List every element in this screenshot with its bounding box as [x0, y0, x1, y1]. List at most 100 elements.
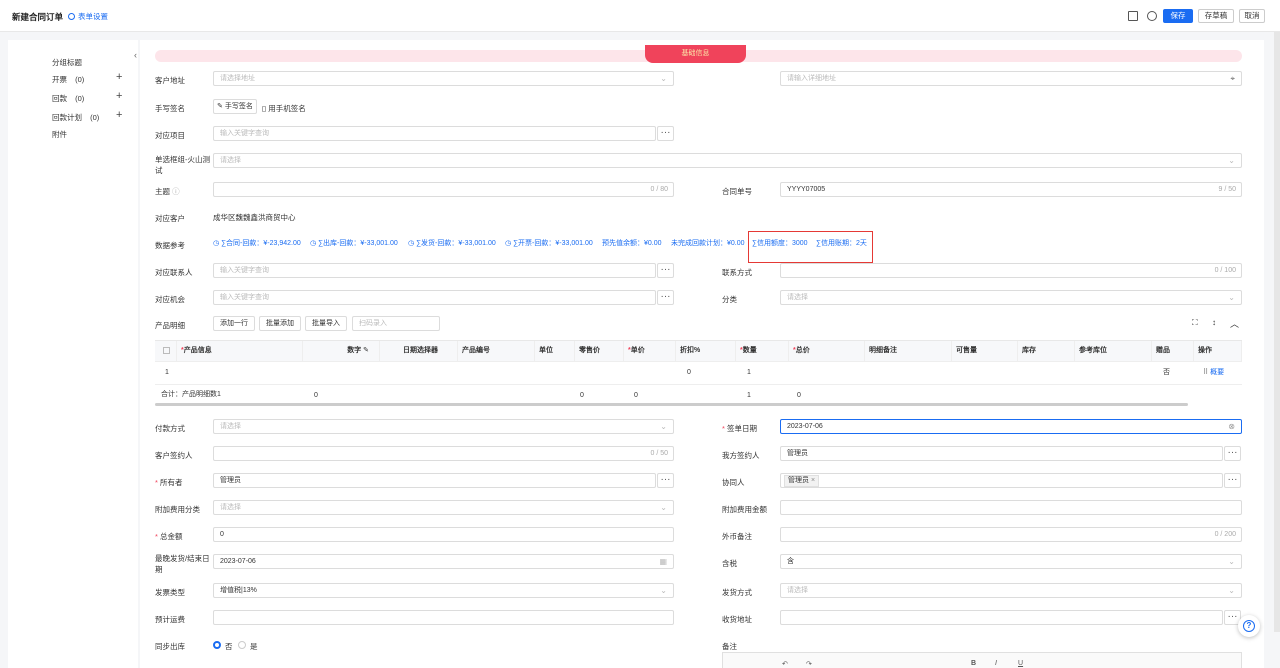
est-freight-input[interactable]: [213, 610, 674, 625]
owner-more-button[interactable]: ···: [657, 473, 674, 488]
collaborator-more-button[interactable]: ···: [1224, 473, 1241, 488]
owner-label: 所有者: [155, 477, 183, 488]
table-cell-discount[interactable]: 0: [683, 362, 691, 384]
ref-invoice-payment[interactable]: ◷ ∑开票-回款：¥-33,001.00: [505, 238, 593, 248]
clear-circle-icon[interactable]: ⊗: [1228, 420, 1235, 433]
our-signer-input[interactable]: 管理员: [780, 446, 1223, 461]
sidebar-item-invoice[interactable]: 开票 (0): [52, 74, 84, 85]
sidebar-item-payment[interactable]: 回款 (0): [52, 93, 84, 104]
opportunity-more-button[interactable]: ···: [657, 290, 674, 305]
customer-address-select[interactable]: 请选择地址 ⌄: [213, 71, 674, 86]
collaborator-tag[interactable]: 管理员 ×: [784, 475, 820, 487]
help-button[interactable]: ?: [1238, 615, 1260, 637]
chevron-down-icon: ⌄: [1228, 557, 1235, 566]
save-draft-button[interactable]: 存草稿: [1198, 9, 1234, 23]
add-payment-plan-plus-icon[interactable]: +: [116, 110, 122, 121]
sync-out-no-label: 否: [225, 642, 233, 651]
drag-handle-icon[interactable]: ⠿: [1203, 369, 1208, 376]
owner-input[interactable]: 管理员: [213, 473, 656, 488]
page-scrollbar[interactable]: [1274, 32, 1280, 632]
table-cell-action[interactable]: ⠿ 概要: [1199, 362, 1224, 384]
collapse-icon[interactable]: ‹: [134, 50, 137, 60]
fullscreen-icon[interactable]: ⛶: [1192, 318, 1198, 328]
our-signer-label: 我方签约人: [722, 451, 760, 460]
bold-icon[interactable]: B: [971, 660, 976, 667]
undo-icon[interactable]: ↶: [782, 660, 788, 668]
ref-prepaid-balance[interactable]: 预先值余额：¥0.00: [602, 238, 662, 248]
single-select-dropdown[interactable]: 请选择 ⌄: [213, 153, 1242, 168]
sync-out-radio-no[interactable]: [213, 641, 221, 649]
sync-out-radio-yes[interactable]: [238, 641, 246, 649]
scan-input[interactable]: 扫码录入: [352, 316, 440, 331]
table-header: 数字 ✎: [303, 341, 380, 361]
product-detail-label: 产品明细: [155, 321, 185, 330]
add-invoice-plus-icon[interactable]: +: [116, 72, 122, 83]
project-more-button[interactable]: ···: [657, 126, 674, 141]
expand-icon[interactable]: ↕: [1212, 318, 1216, 327]
receive-address-input[interactable]: [780, 610, 1223, 625]
contract-no-input[interactable]: YYYY07005 9 / 50: [780, 182, 1242, 197]
fx-note-input[interactable]: 0 / 200: [780, 527, 1242, 542]
contact-method-input[interactable]: 0 / 100: [780, 263, 1242, 278]
table-cell-gift[interactable]: 否: [1159, 362, 1170, 384]
chevron-up-icon[interactable]: ︿: [1230, 317, 1239, 330]
table-header-checkbox[interactable]: [155, 341, 177, 361]
contact-search-input[interactable]: 输入关键字查询: [213, 263, 656, 278]
batch-add-button[interactable]: 批量添加: [259, 316, 301, 331]
add-row-button[interactable]: 添加一行: [213, 316, 255, 331]
italic-icon[interactable]: I: [995, 660, 997, 667]
sidebar-item-attachment[interactable]: 附件: [52, 129, 67, 140]
save-button[interactable]: 保存: [1163, 9, 1193, 23]
opportunity-search-input[interactable]: 输入关键字查询: [213, 290, 656, 305]
remark-editor[interactable]: [722, 652, 1242, 668]
page-title: 新建合同订单: [12, 12, 64, 22]
form-settings-link[interactable]: 表单设置: [68, 11, 108, 22]
payment-method-select[interactable]: 请选择 ⌄: [213, 419, 674, 434]
chevron-down-icon: ⌄: [1228, 586, 1235, 595]
contact-method-label: 联系方式: [722, 268, 752, 277]
total-amount-input[interactable]: 0: [213, 527, 674, 542]
our-signer-more-button[interactable]: ···: [1224, 446, 1241, 461]
redo-icon[interactable]: ↷: [806, 660, 812, 668]
table-cell-qty[interactable]: 1: [743, 362, 751, 384]
table-header: 可售量: [952, 341, 1018, 361]
category-select[interactable]: 请选择 ⌄: [780, 290, 1242, 305]
contact-more-button[interactable]: ···: [657, 263, 674, 278]
sign-date-label: 签单日期: [722, 423, 757, 434]
extra-fee-cat-select[interactable]: 请选择 ⌄: [213, 500, 674, 515]
address-detail-input[interactable]: 请输入详细地址 ⌖: [780, 71, 1242, 86]
hand-signature-button[interactable]: ✎ 手写签名: [213, 99, 257, 114]
extra-fee-amount-input[interactable]: [780, 500, 1242, 515]
cancel-button[interactable]: 取消: [1239, 9, 1265, 23]
sidebar-item-group[interactable]: 分组标题: [52, 57, 82, 68]
table-horizontal-scrollbar[interactable]: [155, 403, 1188, 406]
play-circle-icon[interactable]: [1147, 11, 1157, 21]
ref-outbound-payment[interactable]: ◷ ∑出库-回款：¥-33,001.00: [310, 238, 398, 248]
close-icon[interactable]: ×: [811, 477, 815, 484]
subject-input[interactable]: 0 / 80: [213, 182, 674, 197]
sign-date-input[interactable]: 2023-07-06 ⊗: [780, 419, 1242, 434]
clock-icon: ◷: [408, 240, 415, 247]
table-header: 单位: [535, 341, 575, 361]
project-label: 对应项目: [155, 131, 185, 140]
last-delivery-input[interactable]: 2023-07-06 ▦: [213, 554, 674, 569]
category-label: 分类: [722, 295, 737, 304]
delivery-method-select[interactable]: 请选择 ⌄: [780, 583, 1242, 598]
add-payment-plus-icon[interactable]: +: [116, 91, 122, 102]
underline-icon[interactable]: U: [1018, 660, 1023, 667]
batch-import-button[interactable]: 批量导入: [305, 316, 347, 331]
monitor-icon[interactable]: [1128, 11, 1138, 21]
customer-value[interactable]: 成华区魏魏鑫洪商贸中心: [213, 212, 296, 223]
chevron-down-icon: ⌄: [1228, 293, 1235, 302]
invoice-type-select[interactable]: 增值税|13% ⌄: [213, 583, 674, 598]
help-circle-icon: ⓘ: [172, 187, 180, 196]
tax-select[interactable]: 含 ⌄: [780, 554, 1242, 569]
sidebar-item-payment-plan[interactable]: 回款计划 (0): [52, 112, 99, 123]
ref-contract-payment[interactable]: ◷ ∑合同-回款：¥-23,942.00: [213, 238, 301, 248]
ref-delivery-payment[interactable]: ◷ ∑发货-回款：¥-33,001.00: [408, 238, 496, 248]
project-search-input[interactable]: 输入关键字查询: [213, 126, 656, 141]
phone-signature-link[interactable]: ▯ 用手机签名: [262, 103, 306, 114]
ref-unfinished-plan[interactable]: 未完成回款计划：¥0.00: [671, 238, 745, 248]
customer-signer-input[interactable]: 0 / 50: [213, 446, 674, 461]
collaborator-input[interactable]: 管理员 ×: [780, 473, 1223, 488]
